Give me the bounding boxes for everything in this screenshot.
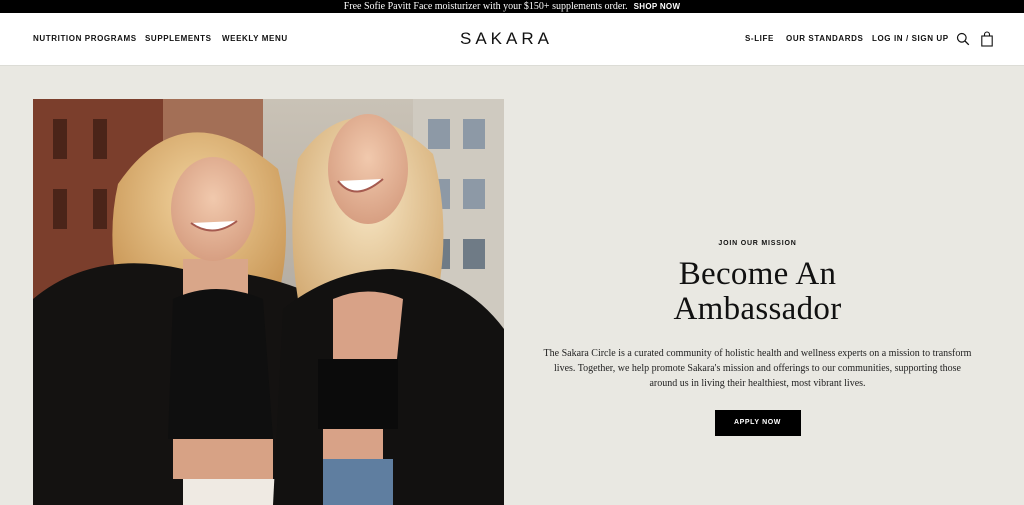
brand-logo[interactable]: SAKARA xyxy=(460,29,553,49)
promo-bar: Free Sofie Pavitt Face moisturizer with … xyxy=(0,0,1024,13)
page-title-line-1: Become An xyxy=(678,256,837,292)
two-women-laughing-photo xyxy=(33,99,504,505)
nav-weekly-menu[interactable]: WEEKLY MENU xyxy=(222,34,288,43)
nav-nutrition-programs[interactable]: NUTRITION PROGRAMS xyxy=(33,34,137,43)
section-eyebrow: JOIN OUR MISSION xyxy=(718,240,797,247)
page-title-line-2: Ambassador xyxy=(673,291,842,327)
page-title: Become An Ambassador xyxy=(540,257,975,327)
nav-supplements[interactable]: SUPPLEMENTS xyxy=(145,34,212,43)
nav-login-signup[interactable]: LOG IN / SIGN UP xyxy=(872,34,949,43)
ambassador-section: JOIN OUR MISSION Become An Ambassador Th… xyxy=(540,240,975,436)
bag-icon[interactable] xyxy=(980,31,994,47)
nav-s-life[interactable]: S-LIFE xyxy=(745,34,774,43)
shop-now-link[interactable]: SHOP NOW xyxy=(634,0,681,13)
section-description: The Sakara Circle is a curated community… xyxy=(543,348,972,389)
apply-now-button[interactable]: APPLY NOW xyxy=(714,410,801,436)
promo-message: Free Sofie Pavitt Face moisturizer with … xyxy=(343,1,628,12)
search-icon[interactable] xyxy=(956,32,970,46)
main-header: NUTRITION PROGRAMS SUPPLEMENTS WEEKLY ME… xyxy=(0,13,1024,66)
nav-our-standards[interactable]: OUR STANDARDS xyxy=(786,34,863,43)
